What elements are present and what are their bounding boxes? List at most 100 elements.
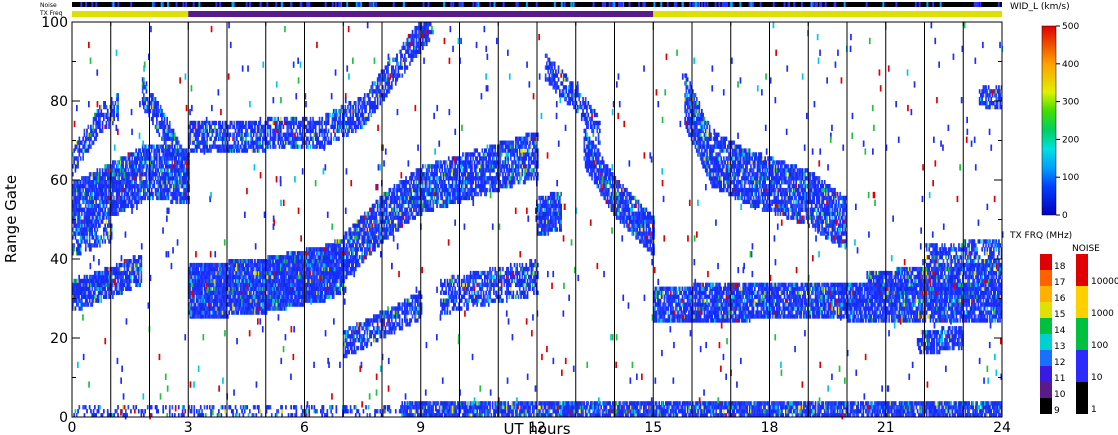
scatter-cell bbox=[87, 302, 90, 307]
scatter-cell bbox=[105, 124, 108, 130]
scatter-cell bbox=[162, 164, 165, 169]
scatter-cell bbox=[77, 302, 79, 307]
noise-speck bbox=[783, 2, 786, 7]
scatter-cell bbox=[263, 270, 265, 276]
scatter-cell bbox=[237, 140, 239, 145]
scatter-cell bbox=[259, 136, 261, 141]
scatter-cell bbox=[387, 65, 389, 70]
scatter-cell bbox=[78, 144, 81, 149]
scatter-cell bbox=[123, 207, 126, 212]
scatter-cell bbox=[233, 266, 236, 272]
scatter-cell bbox=[212, 282, 215, 288]
noise-speck bbox=[833, 2, 836, 7]
scatter-cell bbox=[74, 219, 77, 224]
scatter-cell bbox=[185, 156, 188, 161]
scatter-cell bbox=[325, 124, 327, 130]
noise-speck bbox=[621, 2, 624, 7]
scatter-cell bbox=[270, 302, 273, 307]
scatter-cell bbox=[387, 73, 389, 78]
noise-speck bbox=[375, 2, 378, 7]
scatter-cell bbox=[274, 136, 277, 141]
scatter-cell bbox=[374, 81, 376, 86]
scatter-cell bbox=[363, 235, 366, 240]
scatter-cell bbox=[127, 266, 130, 272]
scatter-cell bbox=[332, 136, 335, 141]
scatter-cell bbox=[127, 191, 130, 197]
scatter-cell bbox=[140, 266, 143, 272]
scatter-cell bbox=[215, 120, 218, 126]
scatter-cell bbox=[305, 124, 308, 130]
scatter-cell bbox=[405, 57, 407, 62]
scatter-cell bbox=[91, 191, 94, 197]
scatter-cell bbox=[92, 215, 95, 220]
scatter-cell bbox=[383, 223, 385, 228]
scatter-cell bbox=[121, 290, 123, 295]
scatter-cell bbox=[354, 104, 357, 110]
scatter-cell bbox=[383, 203, 385, 209]
scatter-cell bbox=[356, 243, 358, 248]
scatter-cell bbox=[330, 136, 332, 141]
scatter-cell bbox=[401, 65, 404, 70]
noise-speck bbox=[346, 2, 349, 7]
scatter-cell bbox=[404, 69, 406, 74]
scatter-cell bbox=[274, 132, 277, 137]
scatter-cell bbox=[258, 124, 260, 130]
scatter-cell bbox=[143, 81, 145, 86]
scatter-cell bbox=[358, 101, 361, 106]
scatter-cell bbox=[242, 120, 245, 126]
scatter-cell bbox=[277, 116, 280, 122]
scatter-cell bbox=[130, 278, 132, 284]
scatter-cell bbox=[74, 168, 77, 173]
scatter-cell bbox=[193, 140, 196, 145]
scatter-cell bbox=[373, 207, 375, 212]
scatter-cell bbox=[280, 290, 282, 295]
scatter-cell bbox=[281, 120, 283, 126]
scatter-cell bbox=[79, 282, 82, 288]
scatter-cell bbox=[157, 112, 159, 118]
scatter-cell bbox=[280, 116, 282, 122]
scatter-cell bbox=[84, 227, 87, 232]
noise-speck bbox=[611, 2, 614, 7]
scatter-cell bbox=[184, 152, 187, 157]
scatter-cell bbox=[90, 124, 92, 130]
scatter-cell bbox=[141, 176, 144, 181]
scatter-cell bbox=[95, 136, 97, 141]
scatter-cell bbox=[128, 156, 131, 161]
scatter-cell bbox=[83, 132, 86, 137]
scatter-cell bbox=[88, 298, 91, 303]
scatter-cell bbox=[347, 266, 349, 272]
scatter-cell bbox=[208, 310, 211, 315]
scatter-cell bbox=[99, 120, 101, 126]
scatter-cell bbox=[365, 108, 367, 114]
scatter-cell bbox=[292, 286, 295, 291]
scatter-cell bbox=[349, 112, 352, 118]
scatter-cell bbox=[122, 164, 125, 169]
scatter-cell bbox=[367, 112, 370, 118]
scatter-cell bbox=[267, 128, 269, 134]
scatter-cell bbox=[123, 282, 126, 288]
noise-speck bbox=[572, 2, 575, 7]
scatter-cell bbox=[216, 128, 219, 134]
scatter-cell bbox=[221, 140, 224, 145]
scatter-cell bbox=[269, 140, 272, 145]
scatter-cell bbox=[357, 104, 360, 110]
scatter-cell bbox=[278, 144, 281, 149]
noise-speck bbox=[604, 2, 607, 7]
scatter-cell bbox=[167, 168, 170, 173]
scatter-cell bbox=[122, 184, 125, 189]
noise-bar-label: Noise bbox=[40, 2, 57, 9]
scatter-cell bbox=[171, 156, 174, 161]
scatter-cell bbox=[378, 223, 380, 228]
scatter-cell bbox=[347, 132, 349, 137]
scatter-cell bbox=[363, 101, 366, 106]
scatter-cell bbox=[338, 262, 340, 268]
scatter-cell bbox=[327, 120, 330, 126]
scatter-cell bbox=[183, 164, 185, 169]
scatter-cell bbox=[140, 152, 143, 157]
scatter-cell bbox=[77, 160, 79, 165]
scatter-cell bbox=[170, 152, 172, 157]
scatter-cell bbox=[198, 132, 201, 137]
scatter-cell bbox=[307, 136, 309, 141]
scatter-cell bbox=[176, 195, 179, 201]
scatter-cell bbox=[245, 136, 247, 141]
